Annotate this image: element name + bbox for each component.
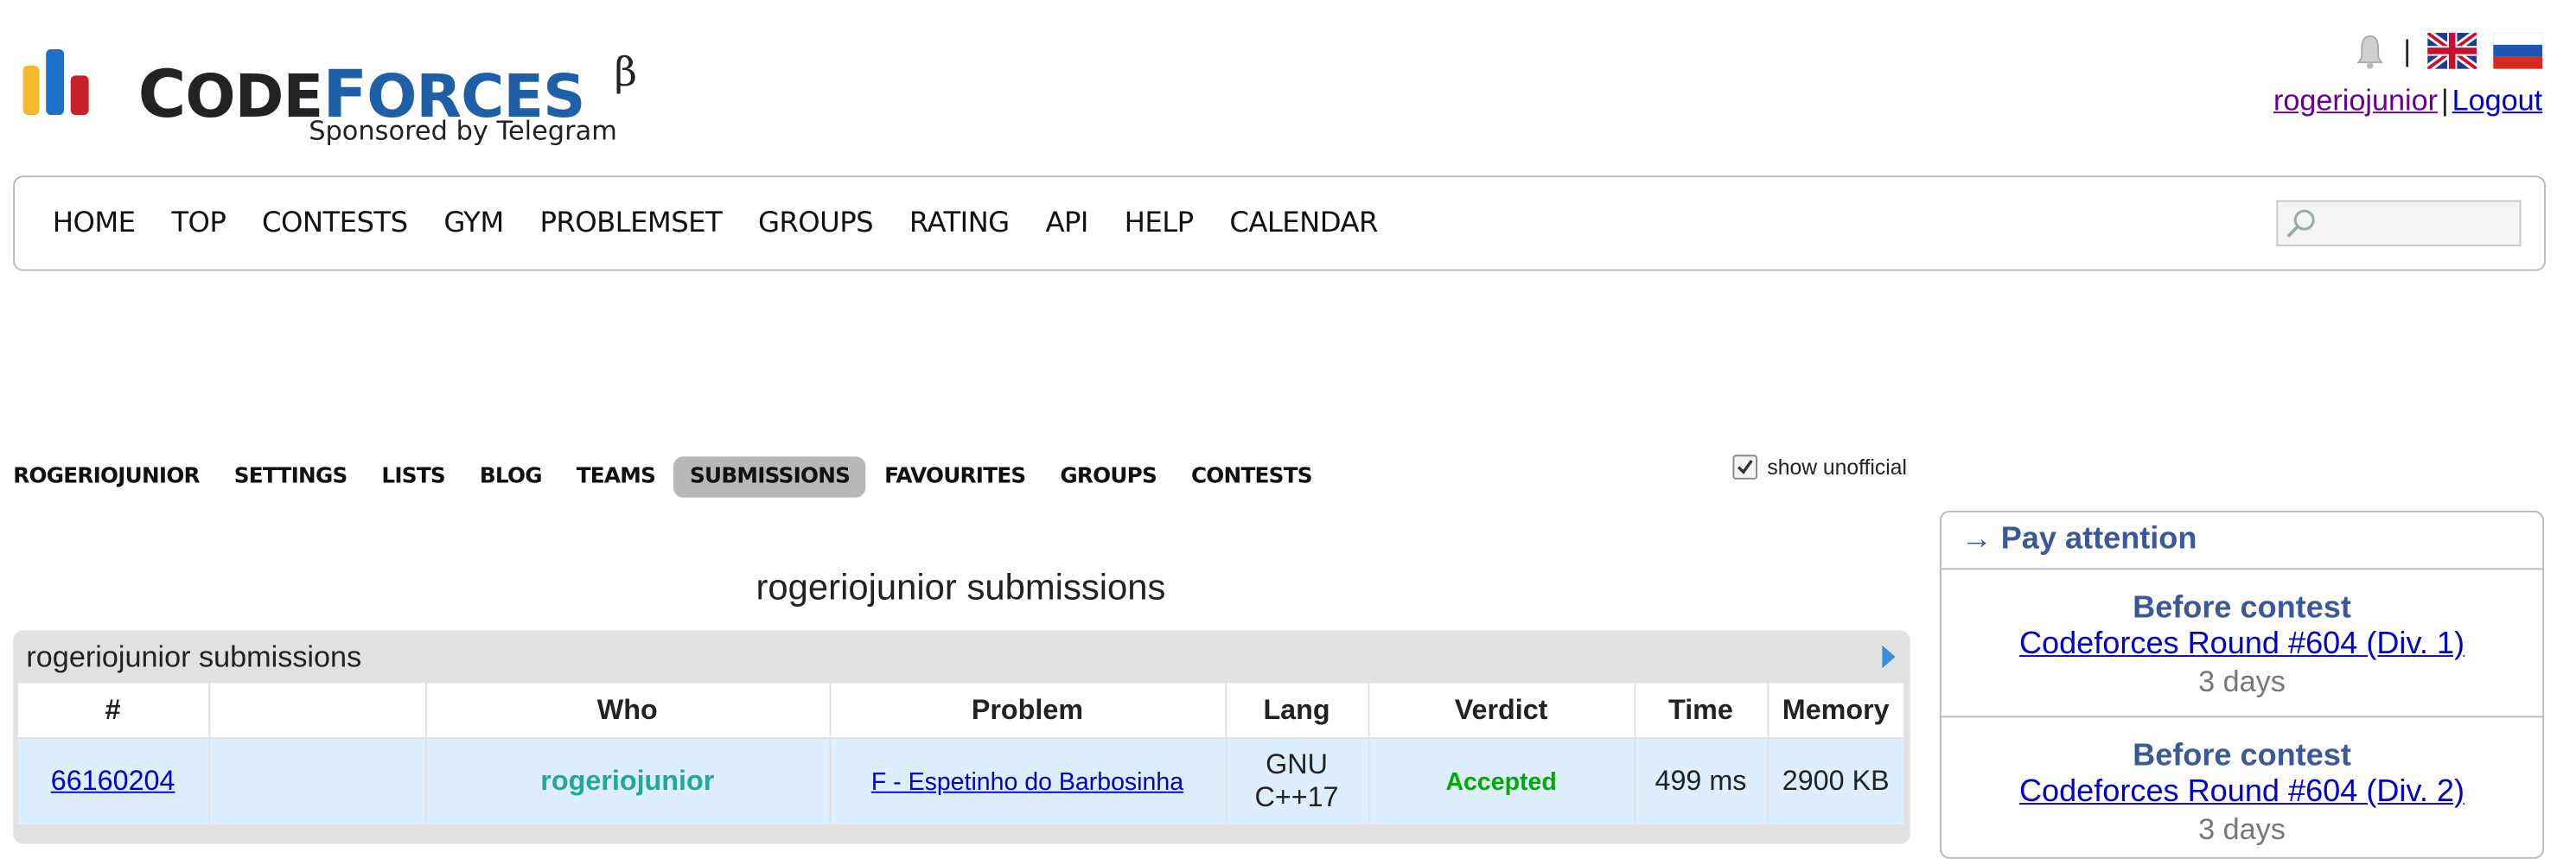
profile-tab-teams[interactable]: TEAMS [560,455,672,497]
submission-verdict-cell: Accepted [1368,738,1636,824]
column-header-problem: Problem [829,683,1227,739]
show-unofficial-toggle[interactable]: show unofficial [1732,455,1907,480]
table-header-row: # Who Problem Lang Verdict Time Memory [17,683,1904,739]
profile-tab-contests[interactable]: CONTESTS [1175,455,1329,497]
menu-item-home[interactable]: HOME [53,207,136,239]
search-icon [2286,209,2315,238]
column-header-who: Who [425,683,831,739]
english-flag-icon[interactable] [2427,33,2477,69]
show-unofficial-label: show unofficial [1767,455,1907,480]
lang-line-1: GNU [1266,748,1328,780]
search-input[interactable] [2276,200,2522,246]
expand-arrow-icon[interactable] [1881,644,1897,670]
lang-line-2: C++17 [1254,781,1339,813]
column-header-verdict: Verdict [1368,683,1636,739]
submission-memory-cell: 2900 KB [1767,738,1904,824]
main-menu-items: HOME TOP CONTESTS GYM PROBLEMSET GROUPS … [35,177,1396,269]
pay-attention-box: → Pay attention Before contest Codeforce… [1939,510,2545,859]
column-header-time: Time [1634,683,1769,739]
menu-item-gym[interactable]: GYM [443,207,504,239]
column-header-id[interactable]: # [17,683,210,739]
language-bar: | [2354,33,2543,69]
submissions-table: # Who Problem Lang Verdict Time Memory 6… [17,683,1904,824]
submissions-box: rogeriojunior submissions # Who Problem … [13,630,1910,844]
submission-lang-cell: GNU C++17 [1225,738,1369,824]
contest-link[interactable]: Codeforces Round #604 (Div. 2) [2019,775,2464,810]
codeforces-logo[interactable]: CODEFORCES β Sponsored by Telegram [22,49,647,155]
contest-link[interactable]: Codeforces Round #604 (Div. 1) [2019,627,2464,662]
menu-item-problemset[interactable]: PROBLEMSET [539,207,722,239]
language-separator: | [2403,33,2412,67]
russian-flag-icon[interactable] [2493,33,2543,69]
column-header-lang: Lang [1225,683,1369,739]
menu-item-calendar[interactable]: CALENDAR [1229,207,1378,239]
contest-block: Before contest Codeforces Round #604 (Di… [1942,717,2542,857]
table-row: 66160204 rogeriojunior F - Espetinho do … [17,738,1904,824]
menu-item-help[interactable]: HELP [1125,207,1194,239]
menu-item-groups[interactable]: GROUPS [758,207,874,239]
contest-block-heading: Before contest [2133,591,2351,626]
contest-countdown: 3 days [2198,665,2286,698]
profile-tab-groups[interactable]: GROUPS [1043,455,1173,497]
profile-tab-settings[interactable]: SETTINGS [218,455,364,497]
pay-attention-title: → Pay attention [1941,512,2543,570]
beta-mark: β [614,49,637,96]
checkmark-icon [1737,459,1753,474]
logout-link[interactable]: Logout [2452,84,2543,117]
submission-id-cell: 66160204 [17,738,210,824]
submission-who-cell[interactable]: rogeriojunior [425,738,831,824]
menu-item-rating[interactable]: RATING [909,207,1010,239]
menu-item-api[interactable]: API [1045,207,1088,239]
profile-tab-favourites[interactable]: FAVOURITES [868,455,1042,497]
profile-tab-handle[interactable]: ROGERIOJUNIOR [0,455,216,497]
user-links: rogeriojunior | Logout [2273,84,2542,118]
submissions-box-caption: rogeriojunior submissions [26,640,362,673]
contest-block-heading: Before contest [2133,739,2351,773]
page-title: rogeriojunior submissions [756,566,1166,608]
bell-icon[interactable] [2354,33,2387,69]
profile-menu: ROGERIOJUNIOR SETTINGS LISTS BLOG TEAMS … [0,453,1330,499]
contest-block: Before contest Codeforces Round #604 (Di… [1941,569,2543,718]
main-menu: HOME TOP CONTESTS GYM PROBLEMSET GROUPS … [13,175,2547,271]
column-header-memory: Memory [1767,683,1904,739]
submission-time-cell: 499 ms [1634,738,1769,824]
submission-when-cell [208,738,427,824]
submission-problem-cell: F - Espetinho do Barbosinha [829,738,1227,824]
user-links-separator: | [2440,83,2449,117]
problem-link[interactable]: F - Espetinho do Barbosinha [871,768,1183,796]
menu-item-contests[interactable]: CONTESTS [262,207,408,239]
show-unofficial-checkbox[interactable] [1732,455,1757,480]
profile-tab-blog[interactable]: BLOG [463,455,558,497]
profile-tab-lists[interactable]: LISTS [365,455,462,497]
submission-id-link[interactable]: 66160204 [51,765,175,796]
column-header-when [208,683,427,739]
contest-countdown: 3 days [2198,812,2286,846]
sponsor-text: Sponsored by Telegram [309,115,617,147]
profile-tab-submissions[interactable]: SUBMISSIONS [673,455,867,497]
user-handle-link[interactable]: rogeriojunior [2273,84,2438,117]
menu-item-top[interactable]: TOP [171,207,226,239]
